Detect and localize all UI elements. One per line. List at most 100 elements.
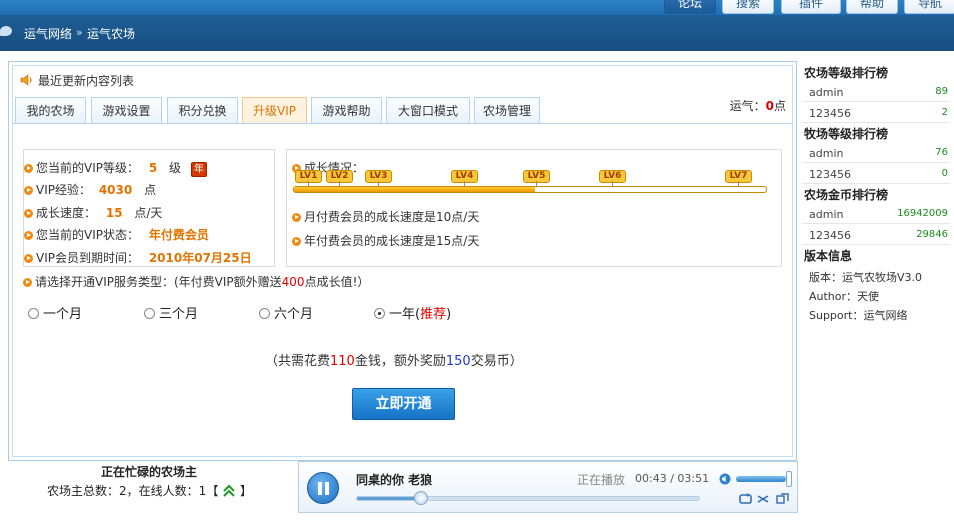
bullet-icon — [24, 231, 33, 240]
main-panel: 最近更新内容列表 我的农场 游戏设置 积分兑换 升级VIP 游戏帮助 大窗口模式… — [8, 61, 797, 461]
repeat-icon[interactable] — [739, 493, 752, 505]
bullet-icon — [24, 164, 33, 173]
song-title: 同桌的你 老狼 — [356, 473, 433, 487]
ranch-rank-title: 牧场等级排行榜 — [804, 127, 889, 141]
bracket-open: 【 — [206, 484, 219, 498]
cost-pre: （共需花费 — [265, 354, 331, 369]
playlist-icon[interactable] — [776, 493, 789, 505]
tab-farm-admin[interactable]: 农场管理 — [474, 97, 540, 124]
double-up-arrow-icon[interactable] — [222, 484, 236, 498]
option-one-year[interactable]: 一年(推荐) — [374, 303, 451, 322]
vip-status-label: 您当前的VIP状态： — [36, 228, 139, 242]
vip-status-value: 年付费会员 — [148, 228, 209, 242]
version-title: 版本信息 — [804, 249, 853, 263]
sidebar: 农场等级排行榜 admin 89 123456 2 牧场等级排行榜 admin 76 … — [798, 61, 954, 461]
growth-progress-fill — [294, 187, 535, 192]
vip-expire-value: 2010年07月25日 — [148, 251, 252, 265]
vip-status-row: 您当前的VIP状态： 年付费会员 — [24, 226, 209, 243]
shuffle-icon[interactable] — [757, 493, 770, 505]
pause-button[interactable] — [307, 472, 339, 504]
radio-one-month[interactable] — [28, 308, 39, 319]
playback-progress-handle[interactable] — [413, 491, 428, 505]
nav-tab-forum[interactable]: 论坛 — [664, 0, 716, 14]
tab-game-help[interactable]: 游戏帮助 — [311, 97, 382, 124]
volume-icon[interactable] — [718, 473, 732, 485]
bullet-icon — [23, 278, 32, 287]
playback-status: 正在播放 — [577, 473, 626, 487]
rank-row[interactable]: 123456 29846 — [802, 225, 950, 245]
volume-slider[interactable] — [736, 476, 790, 482]
playback-progress-bar[interactable] — [356, 491, 700, 505]
nav-tab-plugins[interactable]: 插件 — [781, 0, 841, 14]
service-prompt-bonus: 400 — [281, 275, 305, 289]
vip-level-value: 5 — [148, 161, 158, 175]
total-value: 2 — [119, 484, 127, 498]
recent-updates-title[interactable]: 最近更新内容列表 — [38, 72, 134, 89]
monthly-note-row: 月付费会员的成长速度是10点/天 — [292, 208, 479, 225]
breadcrumb: 运气网络 » 运气农场 — [0, 15, 954, 51]
playback-time: 00:43 / 03:51 — [635, 472, 710, 485]
breadcrumb-separator: » — [76, 26, 83, 39]
tab-upgrade-vip[interactable]: 升级VIP — [242, 97, 307, 124]
rank-name: 123456 — [809, 168, 851, 181]
nav-tab-help[interactable]: 帮助 — [846, 0, 898, 14]
version-line: 版本：运气农牧场V3.0 — [809, 271, 923, 284]
bracket-close: 】 — [239, 484, 252, 498]
service-prompt-post: 点成长值!） — [304, 275, 370, 289]
option-six-months[interactable]: 六个月 — [259, 303, 313, 322]
rank-row[interactable]: 123456 2 — [802, 103, 950, 123]
rank-value: 29846 — [916, 229, 948, 240]
growth-speed-unit: 点/天 — [134, 206, 163, 220]
vip-exp-unit: 点 — [144, 183, 157, 197]
year-badge-icon: 年 — [190, 162, 207, 177]
music-player: 同桌的你 老狼 正在播放 00:43 / 03:51 — [298, 461, 798, 513]
recommend-close: ) — [446, 307, 452, 322]
nav-tab-search[interactable]: 搜索 — [722, 0, 774, 14]
playback-progress-fill — [357, 497, 421, 500]
rank-row[interactable]: admin 76 — [802, 143, 950, 163]
speaker-icon — [20, 74, 32, 86]
rank-row[interactable]: admin 89 — [802, 82, 950, 102]
top-nav-bar: 论坛 搜索 插件 帮助 导航 — [0, 0, 954, 15]
luck-unit: 点 — [773, 99, 786, 113]
rank-value: 2 — [941, 107, 948, 118]
nav-tab-navigation[interactable]: 导航 — [904, 0, 954, 14]
vip-expire-row: VIP会员到期时间： 2010年07月25日 — [24, 249, 252, 266]
rank-value: 0 — [941, 168, 948, 179]
tab-game-settings[interactable]: 游戏设置 — [91, 97, 162, 124]
vip-exp-label: VIP经验： — [36, 183, 91, 197]
tab-my-farm[interactable]: 我的农场 — [15, 97, 86, 124]
vip-info-box: 您当前的VIP等级： 5 级 年 VIP经验： 4030 点 成长速度： 15 … — [23, 149, 275, 267]
busy-farmers-stats: 农场主总数：2，在线人数：1【 】 — [47, 481, 252, 499]
rank-value: 16942009 — [897, 208, 948, 219]
bullet-icon — [24, 254, 33, 263]
cost-money: 110 — [330, 354, 355, 369]
bullet-icon — [24, 209, 33, 218]
option-three-months[interactable]: 三个月 — [144, 303, 198, 322]
radio-one-year[interactable] — [374, 308, 385, 319]
cost-coins: 150 — [445, 354, 471, 369]
growth-speed-label: 成长速度： — [36, 206, 97, 220]
gold-rank-title: 农场金币排行榜 — [804, 188, 889, 202]
cost-mid: 金钱，额外奖励 — [354, 354, 446, 369]
activate-now-button[interactable]: 立即开通 — [352, 388, 455, 420]
option-one-month[interactable]: 一个月 — [28, 303, 82, 322]
rank-row[interactable]: admin 16942009 — [802, 204, 950, 224]
radio-six-months[interactable] — [259, 308, 270, 319]
rank-row[interactable]: 123456 0 — [802, 164, 950, 184]
radio-three-months[interactable] — [144, 308, 155, 319]
service-prompt-pre: 请选择开通VIP服务类型：(年付费VIP额外赠送 — [35, 275, 282, 289]
total-label: 农场主总数： — [47, 484, 120, 498]
tab-divider — [12, 123, 793, 124]
tab-points-exchange[interactable]: 积分兑换 — [167, 97, 238, 124]
breadcrumb-link-farm[interactable]: 运气农场 — [87, 25, 135, 42]
vip-level-row: 您当前的VIP等级： 5 级 年 — [24, 159, 207, 177]
cost-summary: （共需花费110金钱，额外奖励150交易币） — [265, 350, 523, 369]
service-prompt: 请选择开通VIP服务类型：(年付费VIP额外赠送400点成长值!） — [23, 273, 369, 290]
busy-farmers-title: 正在忙碌的农场主 — [101, 465, 198, 479]
tab-big-window[interactable]: 大窗口模式 — [386, 97, 470, 124]
volume-slider-handle[interactable] — [786, 471, 792, 487]
breadcrumb-link-network[interactable]: 运气网络 — [24, 25, 72, 42]
option-six-months-label: 六个月 — [274, 307, 314, 322]
recommend-label: 推荐 — [420, 307, 447, 322]
